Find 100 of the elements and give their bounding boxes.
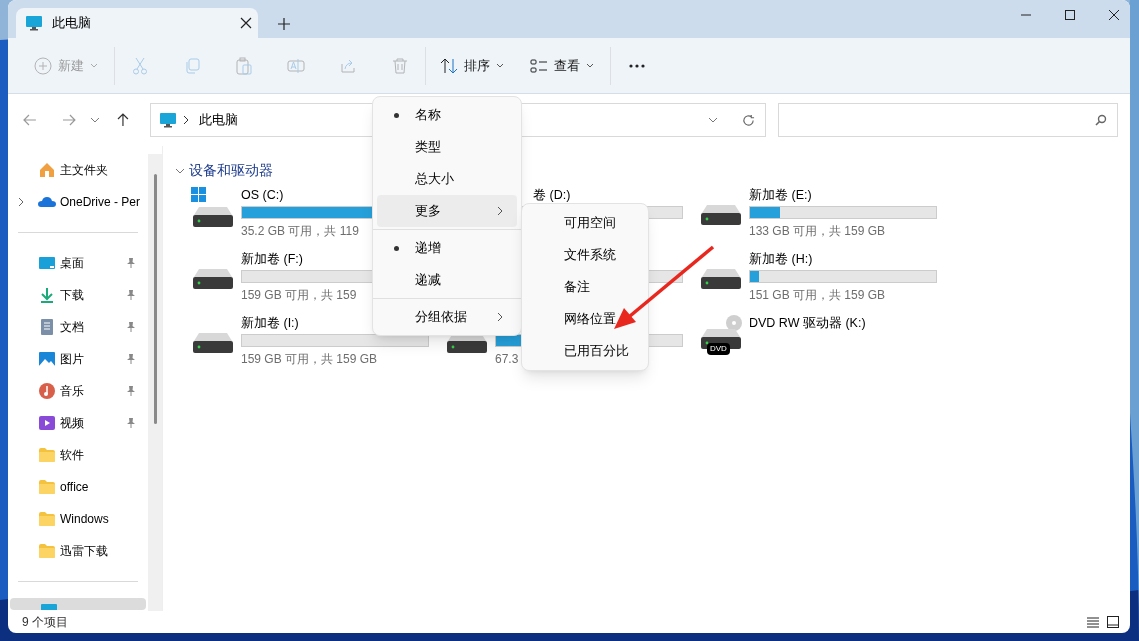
breadcrumb-item[interactable]: 此电脑 [198, 110, 238, 130]
sort-button[interactable]: 排序 [434, 47, 510, 84]
picture-icon [38, 350, 56, 368]
new-tab-icon[interactable] [278, 18, 290, 30]
search-field[interactable] [777, 103, 1118, 137]
pin-icon[interactable] [126, 385, 136, 397]
sidebar-item[interactable]: Windows [8, 503, 148, 535]
drive-usage: 159 GB 可用，共 159 [241, 287, 357, 304]
more-icon [629, 63, 645, 68]
download-arrow-icon [38, 286, 56, 304]
pin-icon[interactable] [126, 289, 136, 301]
up-arrow-icon[interactable] [115, 113, 130, 127]
chevron-down-icon[interactable] [707, 117, 718, 123]
video-icon [38, 414, 56, 432]
pin-icon[interactable] [126, 417, 136, 429]
menu-item[interactable]: 文件系统 [522, 239, 648, 271]
pin-icon[interactable] [126, 353, 136, 365]
clipboard-icon [235, 56, 253, 75]
sidebar-item[interactable]: OneDrive - Per [8, 186, 148, 218]
sidebar-item[interactable]: 软件 [8, 439, 148, 471]
drive-name[interactable]: OS (C:) [241, 187, 284, 203]
menu-item[interactable]: 网络位置 [522, 303, 648, 335]
scissors-icon [131, 56, 149, 75]
tiles-view-icon[interactable] [1106, 615, 1120, 629]
chevron-right-icon[interactable] [182, 115, 189, 125]
menu-item[interactable]: 递增 [377, 232, 517, 264]
chevron-right-icon [497, 312, 503, 322]
chevron-down-icon[interactable] [175, 167, 185, 174]
monitor-icon [25, 15, 43, 31]
back-arrow-icon[interactable] [23, 113, 37, 127]
drive-usage: 151 GB 可用，共 159 GB [749, 287, 886, 304]
drive-name[interactable]: DVD RW 驱动器 (K:) [749, 315, 866, 331]
chevron-right-icon[interactable] [18, 197, 24, 207]
sidebar-item[interactable]: 迅雷下载 [8, 535, 148, 567]
desktop-icon [38, 254, 56, 272]
folder-icon [38, 542, 56, 560]
drive-name[interactable]: 新加卷 (F:) [241, 251, 303, 267]
house-icon [38, 161, 56, 179]
menu-item[interactable]: 更多 [377, 195, 517, 227]
caret-icon [586, 63, 594, 68]
folder-icon [38, 446, 56, 464]
chevron-down-icon[interactable] [89, 117, 100, 123]
menu-item[interactable]: 递减 [377, 264, 517, 296]
windows-drive-icon [191, 187, 235, 227]
copy-icon [183, 56, 201, 75]
refresh-icon[interactable] [741, 113, 755, 127]
caret-icon [496, 63, 504, 68]
forward-arrow-icon[interactable] [61, 113, 76, 127]
section-heading[interactable]: 设备和驱动器 [189, 160, 273, 181]
sidebar-item[interactable]: 视频 [8, 407, 148, 439]
view-list-icon [530, 56, 548, 75]
rename-icon [287, 56, 305, 75]
sidebar-item[interactable]: 主文件夹 [8, 154, 148, 186]
search-icon [1095, 114, 1107, 126]
menu-item[interactable]: 分组依据 [377, 301, 517, 333]
menu-item[interactable]: 总大小 [377, 163, 517, 195]
drive-name[interactable]: 新加卷 (I:) [241, 315, 299, 331]
item-count: 9 个项目 [22, 614, 68, 631]
sidebar-item[interactable]: 桌面 [8, 247, 148, 279]
drive-name[interactable]: 新加卷 (H:) [749, 251, 813, 267]
caret-icon [90, 63, 98, 68]
sidebar-item[interactable]: 音乐 [8, 375, 148, 407]
trash-icon [391, 56, 409, 75]
drive-usage: 35.2 GB 可用，共 119 [241, 223, 359, 240]
sidebar-item[interactable] [10, 598, 146, 610]
dvd-badge: DVD [707, 343, 730, 355]
menu-item[interactable]: 备注 [522, 271, 648, 303]
plus-circle-icon [34, 56, 52, 75]
menu-item[interactable]: 已用百分比 [522, 335, 648, 367]
drive-name[interactable]: 卷 (D:) [533, 187, 571, 203]
dvd-drive-icon [699, 315, 743, 349]
folder-icon [38, 510, 56, 528]
scrollbar[interactable] [148, 154, 162, 611]
close-icon[interactable] [1108, 9, 1120, 21]
menu-item[interactable]: 类型 [377, 131, 517, 163]
sidebar-item[interactable]: 图片 [8, 343, 148, 375]
drive-usage: 67.3 [495, 351, 519, 368]
drive-usage: 159 GB 可用，共 159 GB [241, 351, 378, 368]
maximize-icon[interactable] [1064, 9, 1076, 21]
sidebar-item[interactable]: 文档 [8, 311, 148, 343]
tab-title: 此电脑 [52, 14, 92, 33]
monitor-icon [158, 112, 177, 128]
view-button[interactable]: 查看 [524, 47, 600, 84]
menu-item[interactable]: 可用空间 [522, 207, 648, 239]
folder-icon [38, 478, 56, 496]
sidebar-item[interactable]: 下载 [8, 279, 148, 311]
close-icon[interactable] [240, 17, 252, 29]
drive-usage: 133 GB 可用，共 159 GB [749, 223, 886, 240]
drive-name[interactable]: 新加卷 (E:) [749, 187, 812, 203]
pin-icon[interactable] [126, 257, 136, 269]
sidebar-item[interactable]: office [8, 471, 148, 503]
menu-item[interactable]: 名称 [377, 99, 517, 131]
chevron-right-icon [497, 206, 503, 216]
scrollbar-thumb[interactable] [154, 174, 157, 424]
sort-icon [440, 56, 458, 75]
music-note-icon [38, 382, 56, 400]
details-view-icon[interactable] [1086, 615, 1100, 629]
pin-icon[interactable] [126, 321, 136, 333]
browser-tab[interactable]: 此电脑 [16, 8, 258, 38]
monitor-icon [40, 602, 58, 610]
